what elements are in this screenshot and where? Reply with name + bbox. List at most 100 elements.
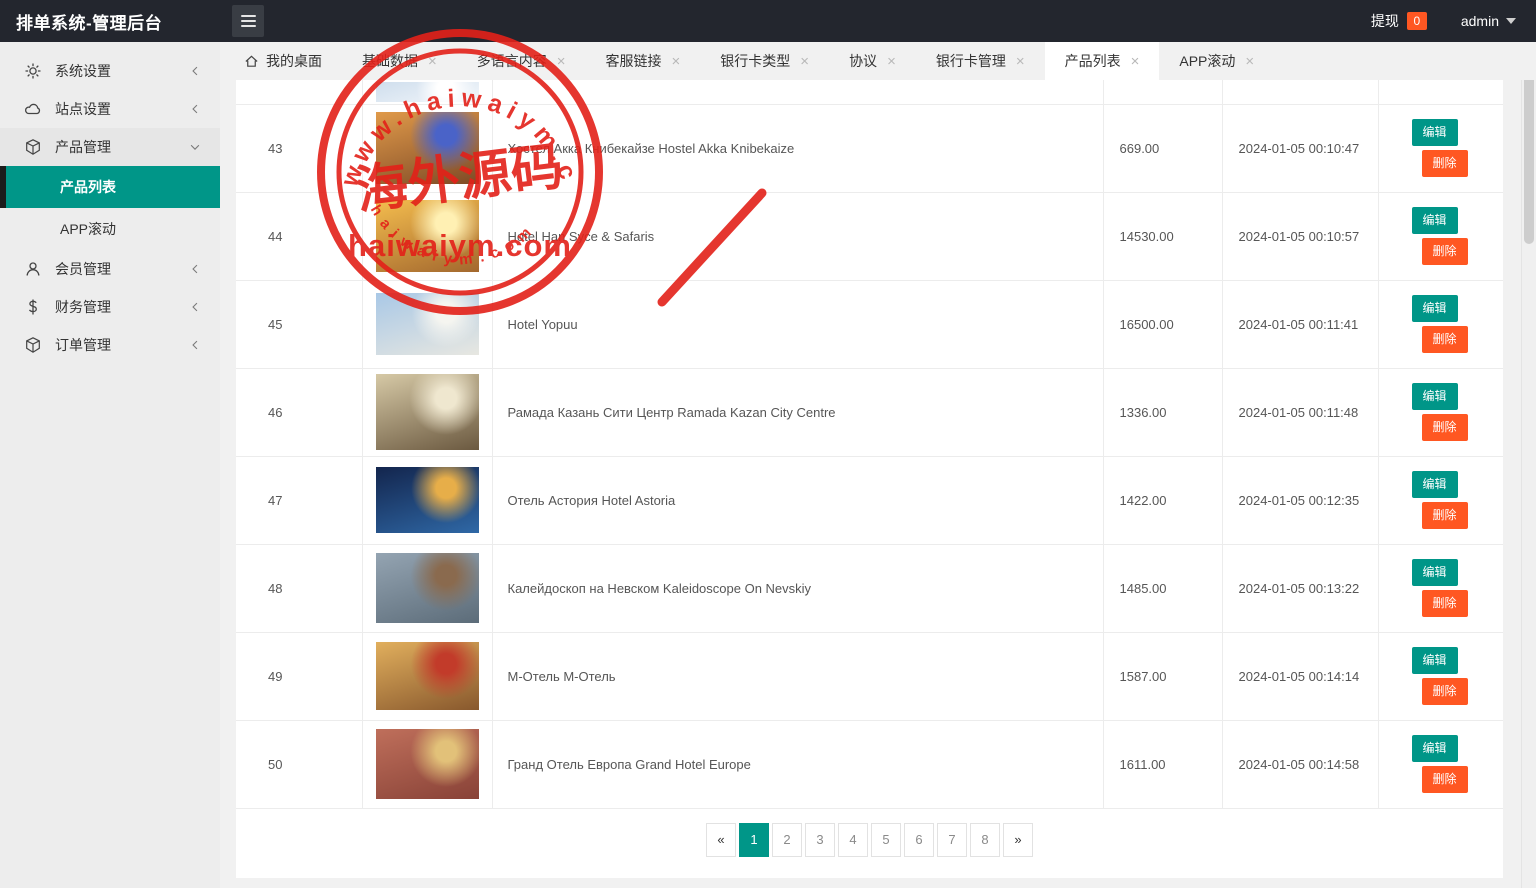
scrollbar-thumb[interactable]	[1524, 54, 1534, 244]
tab-3[interactable]: 客服链接 ×	[586, 42, 701, 80]
scrollbar-track[interactable]	[1521, 42, 1536, 888]
product-thumbnail[interactable]	[375, 293, 479, 355]
sidebar-item-4[interactable]: 财务管理	[0, 288, 220, 326]
tab-close-icon[interactable]: ×	[672, 54, 681, 69]
delete-button[interactable]: 删除	[1421, 766, 1468, 793]
sidebar: 系统设置站点设置 产品管理产品列表 APP滚动会员管理财务管理订单管理	[0, 42, 220, 888]
tab-close-icon[interactable]: ×	[1016, 54, 1025, 69]
chevron-down-icon	[188, 140, 202, 154]
sidebar-subitem-2-1[interactable]: APP滚动	[0, 208, 220, 250]
content-area: 43 Хостел Акка Книбекайзе Hostel Akka Kn…	[220, 80, 1536, 888]
edit-button[interactable]: 编辑	[1411, 295, 1458, 322]
sidebar-item-label: 系统设置	[55, 63, 111, 79]
user-menu[interactable]: admin	[1461, 13, 1516, 29]
product-id: 44	[236, 191, 363, 281]
chevron-left-icon	[188, 338, 202, 352]
sidebar-item-0[interactable]: 系统设置	[0, 52, 220, 90]
page-button-5[interactable]: 5	[871, 822, 901, 857]
table-row: 46 Рамада Казань Сити Центр Ramada Kazan…	[236, 367, 1503, 457]
tab-close-icon[interactable]: ×	[428, 54, 437, 69]
table-row: 49 М-Отель М-Отель 1587.00 2024-01-05 00…	[236, 631, 1503, 721]
product-name: Hotel Yopuu	[491, 279, 1104, 369]
menu-toggle-button[interactable]	[232, 5, 264, 37]
product-id: 45	[236, 279, 363, 369]
product-thumbnail[interactable]	[375, 112, 479, 184]
product-thumbnail[interactable]	[375, 467, 479, 533]
topbar: 排单系统-管理后台 提现 0 admin	[0, 0, 1536, 42]
product-price: 669.00	[1102, 103, 1223, 193]
tab-4[interactable]: 银行卡类型 ×	[700, 42, 829, 80]
hamburger-icon	[240, 15, 256, 17]
page-next-button[interactable]: »	[1003, 822, 1033, 857]
sidebar-item-3[interactable]: 会员管理	[0, 250, 220, 288]
table-row: 45 Hotel Yopuu 16500.00 2024-01-05 00:11…	[236, 279, 1503, 369]
edit-button[interactable]: 编辑	[1411, 735, 1458, 762]
withdraw-link[interactable]: 提现 0	[1371, 11, 1427, 31]
tab-close-icon[interactable]: ×	[1245, 54, 1254, 69]
product-price: 1611.00	[1102, 719, 1223, 809]
tab-desktop[interactable]: 我的桌面	[224, 42, 342, 80]
product-thumbnail[interactable]	[375, 642, 479, 710]
sidebar-item-1[interactable]: 站点设置	[0, 90, 220, 128]
product-thumbnail[interactable]	[375, 729, 479, 799]
tab-close-icon[interactable]: ×	[557, 54, 566, 69]
product-id: 48	[236, 543, 363, 633]
edit-button[interactable]: 编辑	[1411, 647, 1458, 674]
edit-button[interactable]: 编辑	[1411, 119, 1458, 146]
edit-button[interactable]: 编辑	[1411, 471, 1458, 498]
page-button-3[interactable]: 3	[805, 822, 835, 857]
delete-button[interactable]: 删除	[1421, 326, 1468, 353]
delete-button[interactable]: 删除	[1421, 150, 1468, 177]
tab-close-icon[interactable]: ×	[800, 54, 809, 69]
delete-button[interactable]: 删除	[1421, 678, 1468, 705]
sidebar-item-label: 财务管理	[55, 299, 111, 315]
sidebar-subitem-label: 产品列表	[60, 179, 116, 195]
edit-button[interactable]: 编辑	[1411, 383, 1458, 410]
tab-close-icon[interactable]: ×	[887, 54, 896, 69]
tab-8[interactable]: APP滚动 ×	[1159, 42, 1274, 80]
page-button-4[interactable]: 4	[838, 822, 868, 857]
delete-button[interactable]: 删除	[1421, 414, 1468, 441]
product-id: 47	[236, 455, 363, 545]
cube-icon	[24, 138, 42, 156]
table-row: 50 Гранд Отель Европа Grand Hotel Europe…	[236, 719, 1503, 809]
tab-7[interactable]: 产品列表 ×	[1044, 42, 1160, 80]
sidebar-subitem-2-0[interactable]: 产品列表	[0, 166, 220, 208]
product-id: 50	[236, 719, 363, 809]
delete-button[interactable]: 删除	[1421, 238, 1468, 265]
product-thumbnail[interactable]	[375, 553, 479, 623]
table-row: 48 Калейдоскоп на Невском Kaleidoscope O…	[236, 543, 1503, 633]
chevron-left-icon	[188, 64, 202, 78]
delete-button[interactable]: 删除	[1421, 502, 1468, 529]
page-button-2[interactable]: 2	[772, 822, 802, 857]
sidebar-item-5[interactable]: 订单管理	[0, 326, 220, 364]
table-row: 47 Отель Астория Hotel Astoria 1422.00 2…	[236, 455, 1503, 545]
tab-5[interactable]: 协议 ×	[829, 42, 916, 80]
product-id: 43	[236, 103, 363, 193]
product-price: 1485.00	[1102, 543, 1223, 633]
product-name: Гранд Отель Европа Grand Hotel Europe	[491, 719, 1104, 809]
table-row: 44 Hotel Han Syce & Safaris 14530.00 202…	[236, 191, 1503, 281]
page-prev-button[interactable]: «	[706, 822, 736, 857]
edit-button[interactable]: 编辑	[1411, 559, 1458, 586]
page-button-7[interactable]: 7	[937, 822, 967, 857]
home-icon	[245, 55, 258, 67]
product-thumbnail[interactable]	[375, 200, 479, 272]
page-button-8[interactable]: 8	[970, 822, 1000, 857]
sidebar-item-2[interactable]: 产品管理	[0, 128, 220, 166]
created-at: 2024-01-05 00:14:14	[1221, 631, 1379, 721]
product-name: Рамада Казань Сити Центр Ramada Kazan Ci…	[491, 367, 1104, 457]
created-at: 2024-01-05 00:10:47	[1221, 103, 1379, 193]
tab-6[interactable]: 银行卡管理 ×	[916, 42, 1045, 80]
sidebar-subitem-label: APP滚动	[60, 221, 117, 237]
sidebar-item-label: 会员管理	[55, 261, 111, 277]
product-thumbnail[interactable]	[375, 374, 479, 450]
tab-1[interactable]: 基础数据 ×	[342, 42, 457, 80]
page-button-1[interactable]: 1	[739, 822, 769, 857]
chevron-left-icon	[188, 300, 202, 314]
delete-button[interactable]: 删除	[1421, 590, 1468, 617]
tab-2[interactable]: 多语言内容 ×	[457, 42, 586, 80]
tab-close-icon[interactable]: ×	[1131, 54, 1140, 69]
edit-button[interactable]: 编辑	[1411, 207, 1458, 234]
page-button-6[interactable]: 6	[904, 822, 934, 857]
